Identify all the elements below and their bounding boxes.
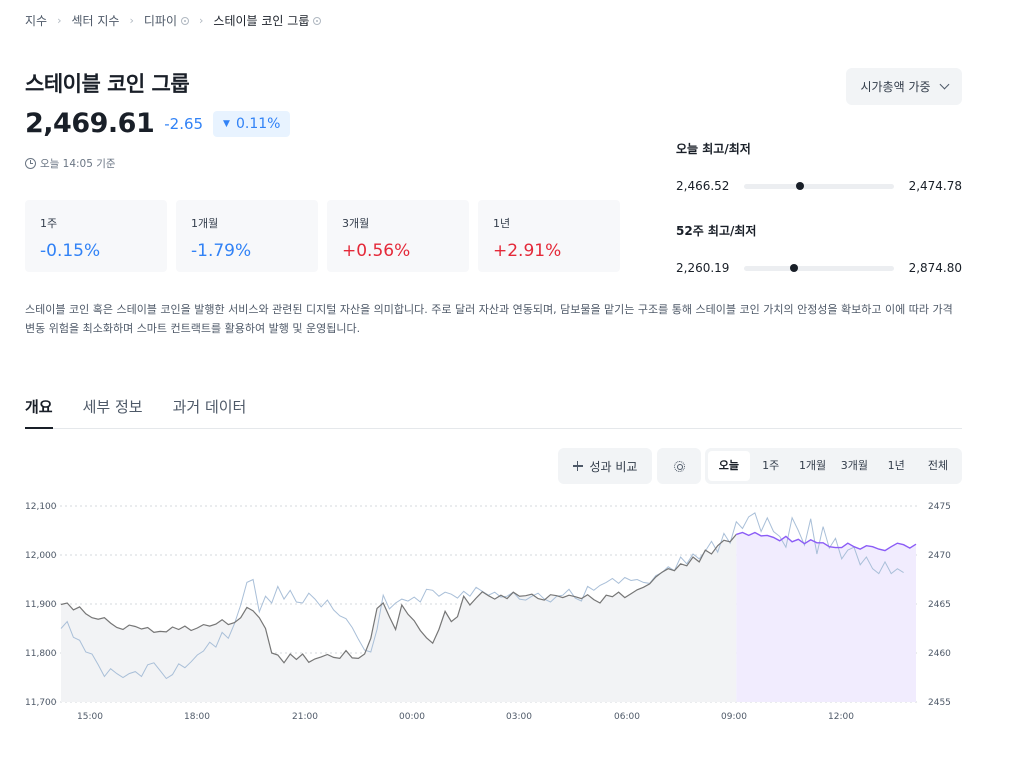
period-returns: 1주 -0.15% 1개월 -1.79% 3개월 +0.56% 1년 +2.91… bbox=[25, 200, 620, 272]
right-axis-label: 2460 bbox=[928, 649, 951, 659]
x-axis-label: 03:00 bbox=[506, 712, 532, 722]
x-axis-label: 00:00 bbox=[399, 712, 425, 722]
left-axis-label: 12,100 bbox=[25, 502, 57, 512]
range-tab-1y[interactable]: 1년 bbox=[875, 451, 917, 481]
compare-button[interactable]: 성과 비교 bbox=[558, 448, 652, 484]
period-value: +0.56% bbox=[342, 241, 411, 261]
right-axis-label: 2465 bbox=[928, 600, 951, 610]
x-axis-label: 21:00 bbox=[292, 712, 318, 722]
left-axis-label: 12,000 bbox=[25, 551, 57, 561]
x-axis-label: 09:00 bbox=[721, 712, 747, 722]
range-tab-1w[interactable]: 1주 bbox=[750, 451, 792, 481]
index-price: 2,469.61 bbox=[25, 108, 155, 139]
breadcrumb-item-sector[interactable]: 섹터 지수 bbox=[72, 12, 120, 29]
period-value: +2.91% bbox=[493, 241, 562, 261]
info-dot-icon bbox=[313, 16, 322, 25]
range-tab-today[interactable]: 오늘 bbox=[708, 451, 750, 481]
breadcrumb-item-defi[interactable]: 디파이 bbox=[144, 12, 190, 29]
right-axis-label: 2455 bbox=[928, 698, 951, 708]
range-high: 2,474.78 bbox=[908, 179, 962, 193]
range-bar bbox=[744, 181, 894, 190]
tab-history[interactable]: 과거 데이터 bbox=[173, 396, 247, 429]
range-low: 2,466.52 bbox=[676, 179, 730, 193]
down-triangle-icon: ▼ bbox=[223, 118, 230, 129]
chevron-down-icon bbox=[939, 79, 949, 90]
period-value: -0.15% bbox=[40, 241, 101, 261]
range-tab-all[interactable]: 전체 bbox=[917, 451, 959, 481]
tab-details[interactable]: 세부 정보 bbox=[83, 396, 143, 429]
tab-overview[interactable]: 개요 bbox=[25, 396, 53, 429]
breadcrumb: 지수 › 섹터 지수 › 디파이 › 스테이블 코인 그룹 bbox=[25, 12, 322, 29]
content-tabs: 개요 세부 정보 과거 데이터 bbox=[25, 396, 962, 429]
left-axis-label: 11,800 bbox=[25, 649, 57, 659]
right-axis-label: 2475 bbox=[928, 502, 951, 512]
clock-icon bbox=[25, 158, 36, 169]
range-marker bbox=[789, 263, 798, 272]
period-card-3m: 3개월 +0.56% bbox=[327, 200, 469, 272]
info-dot-icon bbox=[181, 16, 190, 25]
x-axis-label: 18:00 bbox=[184, 712, 210, 722]
change-pct-value: 0.11% bbox=[235, 115, 281, 132]
area-fill-highlight bbox=[736, 532, 916, 702]
range-low: 2,260.19 bbox=[676, 261, 730, 275]
change-pct-badge: ▼ 0.11% bbox=[213, 110, 291, 137]
x-axis-label: 06:00 bbox=[614, 712, 640, 722]
index-description: 스테이블 코인 혹은 스테이블 코인을 발행한 서비스와 관련된 디지털 자산을… bbox=[25, 303, 953, 335]
range-tab-1m[interactable]: 1개월 bbox=[792, 451, 834, 481]
x-axis-label: 12:00 bbox=[828, 712, 854, 722]
period-value: -1.79% bbox=[191, 241, 252, 261]
price-row: 2,469.61 -2.65 ▼ 0.11% bbox=[25, 108, 291, 139]
breadcrumb-item-current[interactable]: 스테이블 코인 그룹 bbox=[213, 12, 322, 29]
plus-icon bbox=[572, 461, 583, 471]
chart-settings-button[interactable] bbox=[657, 448, 701, 484]
period-card-1w: 1주 -0.15% bbox=[25, 200, 167, 272]
x-axis-label: 15:00 bbox=[77, 712, 103, 722]
chevron-right-icon: › bbox=[129, 14, 134, 27]
period-card-1y: 1년 +2.91% bbox=[478, 200, 620, 272]
range-tab-3m[interactable]: 3개월 bbox=[833, 451, 875, 481]
range-marker bbox=[795, 181, 804, 190]
as-of-timestamp: 오늘 14:05 기준 bbox=[25, 156, 116, 171]
price-change: -2.65 bbox=[164, 114, 204, 133]
page-title: 스테이블 코인 그룹 bbox=[25, 72, 190, 96]
period-card-1m: 1개월 -1.79% bbox=[176, 200, 318, 272]
week52-range: 52주 최고/최저 2,260.19 2,874.80 bbox=[676, 224, 962, 275]
chevron-right-icon: › bbox=[199, 14, 204, 27]
gear-icon bbox=[673, 460, 685, 472]
range-high: 2,874.80 bbox=[908, 261, 962, 275]
today-range: 오늘 최고/최저 2,466.52 2,474.78 bbox=[676, 142, 962, 193]
chart-range-tabs: 오늘 1주 1개월 3개월 1년 전체 bbox=[705, 448, 962, 484]
right-axis-label: 2470 bbox=[928, 551, 951, 561]
price-chart[interactable]: 12,100 12,000 11,900 11,800 11,700 2475 2470 24… bbox=[0, 495, 1024, 730]
range-bar bbox=[744, 263, 894, 272]
left-axis-label: 11,700 bbox=[25, 698, 57, 708]
weighting-dropdown[interactable]: 시가총액 가중 bbox=[846, 68, 962, 105]
left-axis-label: 11,900 bbox=[25, 600, 57, 610]
breadcrumb-item-index[interactable]: 지수 bbox=[25, 12, 47, 29]
chevron-right-icon: › bbox=[57, 14, 62, 27]
